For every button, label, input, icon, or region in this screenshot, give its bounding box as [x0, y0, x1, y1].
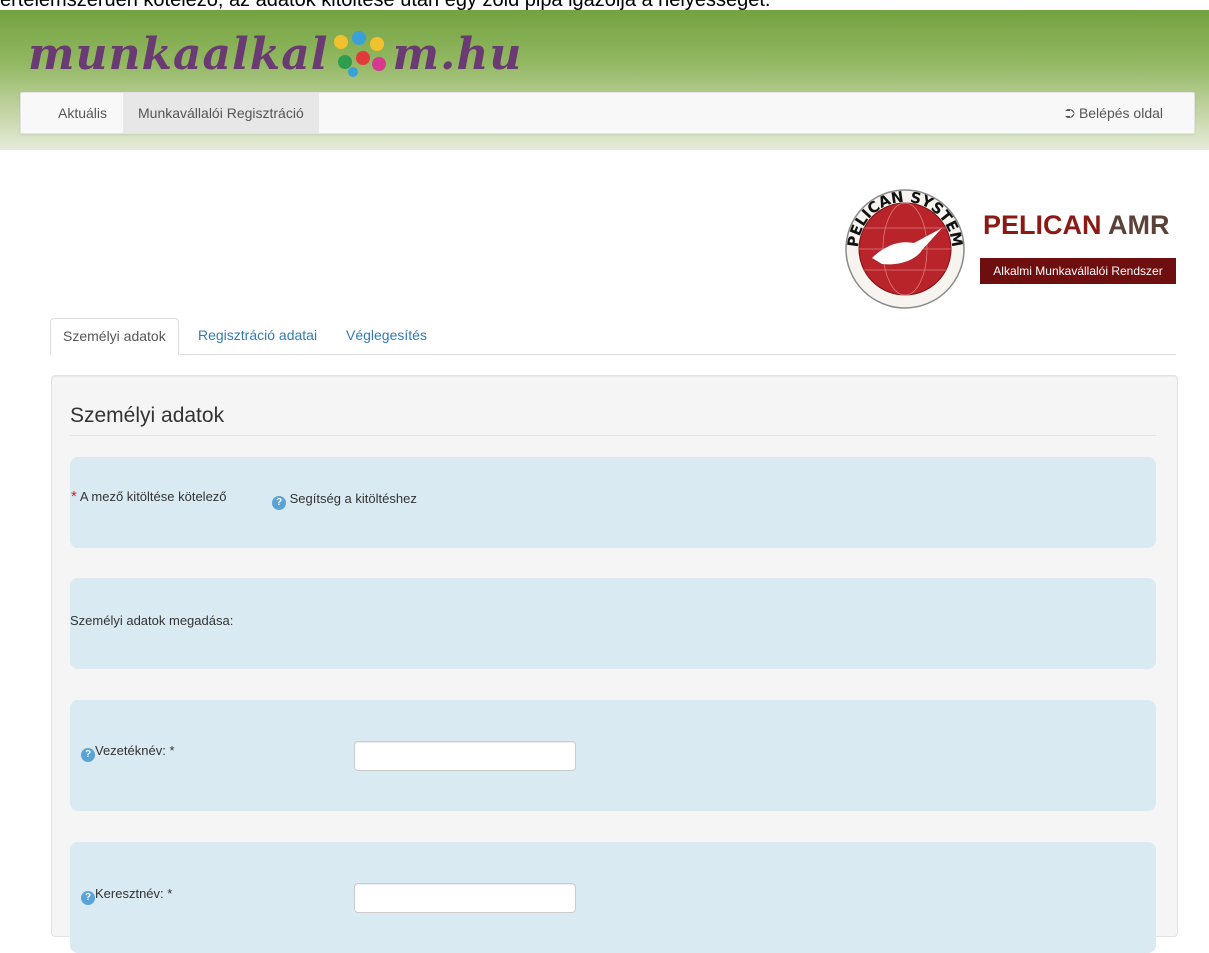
intro-text: Személyi adatok megadása: — [70, 613, 234, 628]
login-link[interactable]: ⮊ Belépés oldal — [1050, 93, 1178, 133]
legend-box: * A mező kitöltése kötelező ? Segítség a … — [70, 457, 1156, 548]
login-label: Belépés oldal — [1078, 105, 1163, 121]
top-navbar: Aktuális Munkavállalói Regisztráció ⮊ Bel… — [20, 92, 1195, 134]
firstname-label-text: Keresztnév: * — [95, 886, 173, 901]
required-note-text: A mező kitöltése kötelező — [79, 489, 227, 504]
section-title: Személyi adatok — [70, 404, 225, 427]
intro-box: Személyi adatok megadása: — [70, 578, 1156, 669]
site-logo[interactable]: munkaalkal m.hu — [28, 24, 522, 84]
logo-people-icon — [330, 29, 390, 79]
field-row-firstname: ? Keresztnév: * — [70, 842, 1156, 953]
firstname-label: ? Keresztnév: * — [81, 886, 172, 905]
help-icon[interactable]: ? — [81, 891, 95, 905]
help-note-text: Segítség a kitöltéshez — [289, 491, 417, 506]
pelican-title-accent: AMR — [1108, 210, 1170, 240]
sign-in-icon: ⮊ — [1065, 106, 1075, 121]
field-row-lastname: ? Vezetéknév: * — [70, 700, 1156, 811]
form-tabs: Személyi adatok Regisztráció adatai Végl… — [50, 318, 1176, 355]
tab-finalize[interactable]: Véglegesítés — [334, 318, 439, 354]
nav-item-aktualis[interactable]: Aktuális — [43, 93, 122, 133]
tab-registration-data[interactable]: Regisztráció adatai — [186, 318, 329, 354]
pelican-title: PELICAN AMR — [983, 210, 1170, 241]
help-icon: ? — [272, 496, 286, 510]
required-star-icon: * — [71, 488, 77, 505]
lastname-label-text: Vezetéknév: * — [95, 743, 175, 758]
required-note: * A mező kitöltése kötelező — [71, 488, 227, 505]
section-divider — [70, 435, 1156, 436]
lastname-input[interactable] — [354, 741, 576, 771]
logo-text-left: munkaalkal — [28, 28, 329, 80]
logo-text-right: m.hu — [392, 28, 523, 80]
tab-personal-data[interactable]: Személyi adatok — [50, 318, 179, 355]
pelican-seal-logo: PELICAN SYSTEM — [844, 188, 966, 309]
lastname-label: ? Vezetéknév: * — [81, 743, 175, 762]
help-note[interactable]: ? Segítség a kitöltéshez — [272, 491, 417, 510]
pelican-subtitle: Alkalmi Munkavállalói Rendszer — [980, 258, 1176, 284]
nav-item-registration[interactable]: Munkavállalói Regisztráció — [123, 93, 319, 133]
firstname-input[interactable] — [354, 883, 576, 913]
help-icon[interactable]: ? — [81, 748, 95, 762]
pelican-title-main: PELICAN — [983, 210, 1102, 240]
